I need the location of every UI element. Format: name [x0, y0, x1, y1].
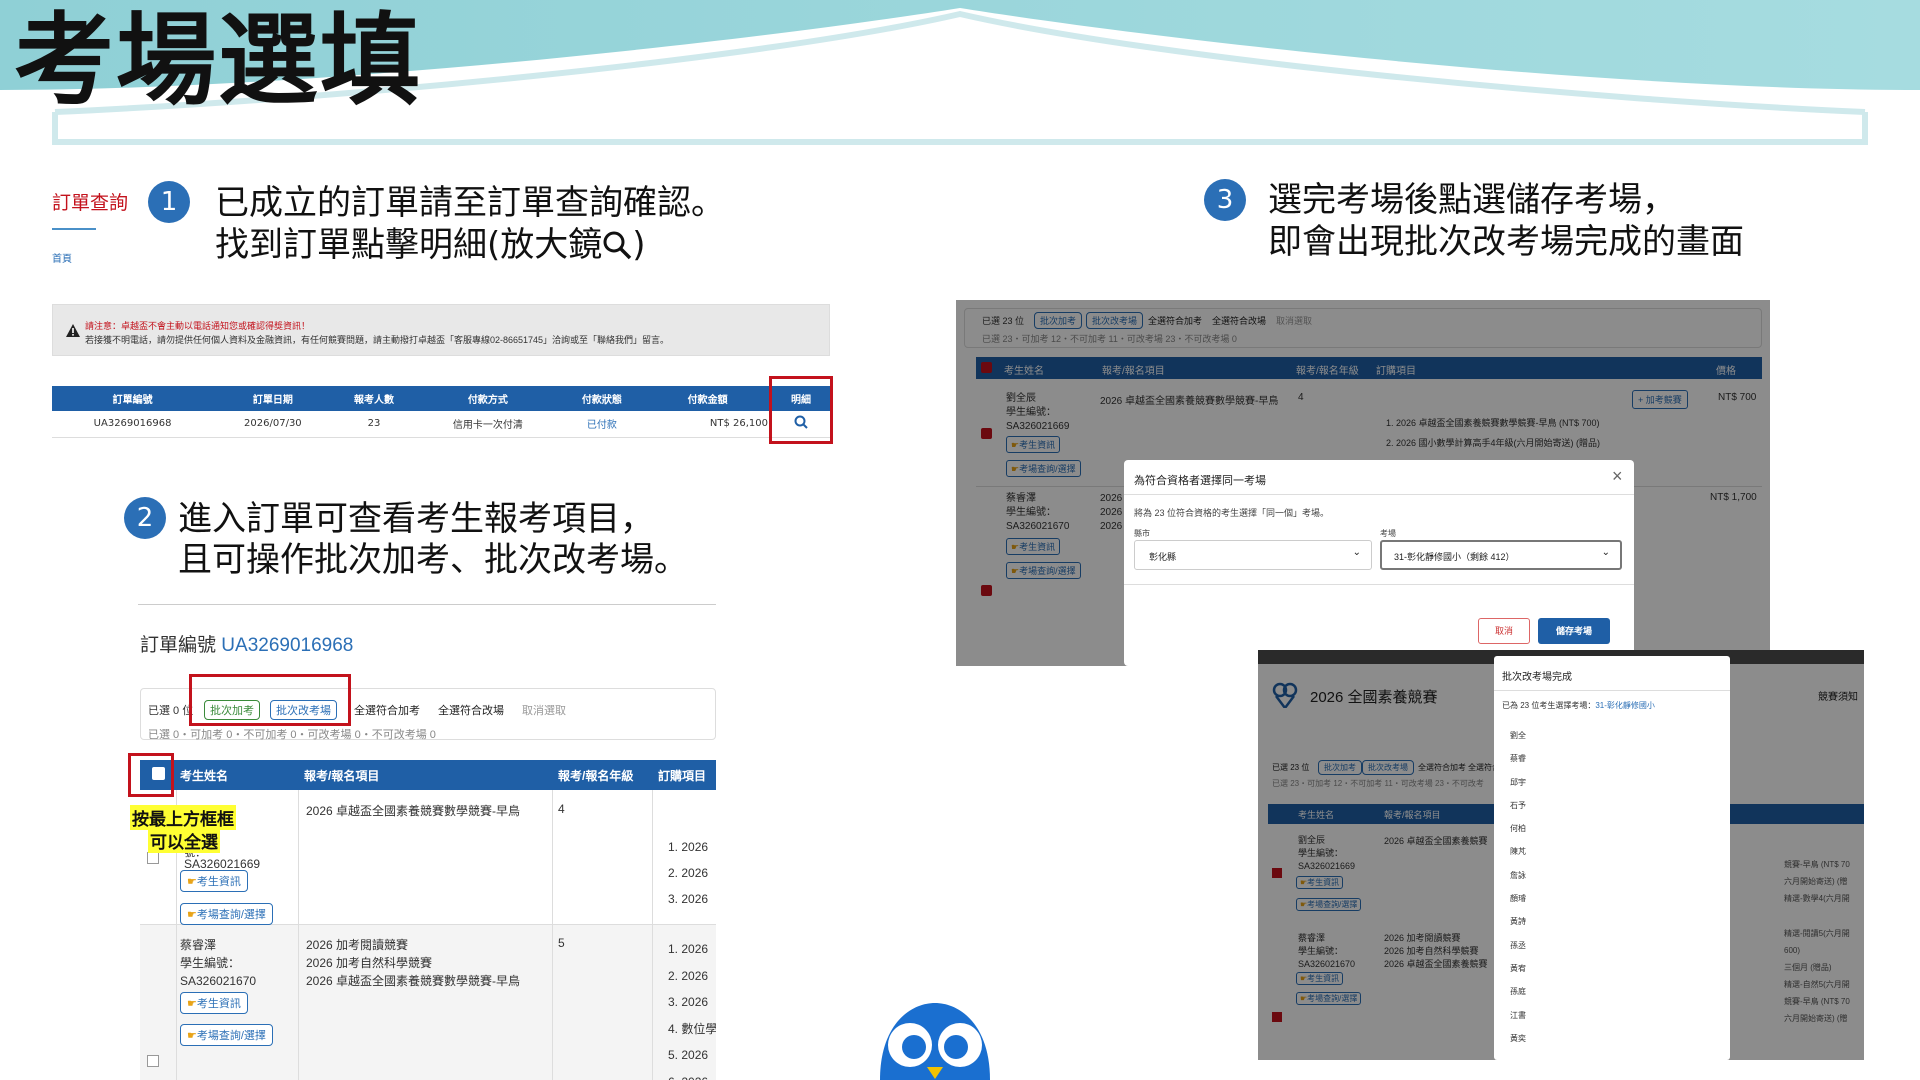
notice-line2: 若接獲不明電話，請勿提供任何個人資料及金融資訊，有任何競賽問題，請主動撥打卓越盃…	[85, 335, 670, 345]
step-1-line2: 找到訂單點擊明細(放大鏡)	[215, 225, 646, 265]
pay-method-cell: 信用卡一次付清	[452, 420, 523, 432]
slide-title: 考場選填	[14, 2, 422, 119]
venue-modal: 為符合資格者選擇同一考場 × 將為 23 位符合資格的考生選擇「同一個」考場。 …	[1124, 460, 1634, 666]
modal-desc: 將為 23 位符合資格的考生選擇「同一個」考場。	[1134, 508, 1330, 518]
selected-count: 已選 0 位	[148, 705, 194, 717]
hand-icon: ☛	[187, 1030, 197, 1042]
students-table: 考生姓名 報考/報名項目 報考/報名年級 訂購項目	[140, 760, 716, 790]
hand-icon: ☛	[187, 998, 197, 1010]
stats-text: 已選 0・可加考 0・不可加考 0・可改考場 0・不可改考場 0	[148, 729, 436, 741]
cancel-button[interactable]: 取消	[1478, 618, 1530, 644]
order-no-cell: UA3269016968	[93, 418, 172, 430]
student-name-list: 劉全 蔡睿 邱宇 石予 何柏 陳芃 詹詠 顏璿 黃詩 孫丞 黃宥 孫庭 江書 黃奕	[1510, 731, 1526, 1043]
student-block: 蔡睿澤 學生編號： SA326021670	[180, 938, 257, 988]
save-venue-button[interactable]: 儲存考場	[1538, 618, 1610, 644]
items-list: 1. 20262. 20263. 20264. 數位學5. 20266. 202…	[668, 942, 716, 1080]
venue-select-button[interactable]: ☛考場查詢/選擇	[180, 903, 273, 925]
table-row: UA3269016968 2026/07/30 23 信用卡一次付清 已付款 N…	[52, 411, 830, 437]
venue-modal-screenshot: 已選 23 位 批次加考 批次改考場 全選符合加考 全選符合改場 取消選取 已選…	[956, 300, 1770, 666]
nav-underline	[52, 228, 96, 230]
col-student-name: 考生姓名	[176, 760, 298, 790]
chevron-down-icon: ⌄	[1352, 547, 1361, 558]
batch-complete-popup: 批次改考場完成 已為 23 位考生選擇考場：31-彰化靜修國小 劉全 蔡睿 邱宇 石予…	[1494, 656, 1730, 1060]
step-1-number: 1	[148, 181, 190, 223]
grade-text: 5	[558, 936, 565, 950]
annotation-line1: 按最上方框框	[130, 805, 236, 830]
close-icon[interactable]: ×	[1612, 466, 1623, 487]
order-date-cell: 2026/07/30	[244, 418, 302, 430]
col-order-no: 訂單編號	[52, 386, 214, 411]
county-label: 縣市	[1134, 529, 1150, 538]
popup-title: 批次改考場完成	[1502, 672, 1572, 683]
magnifier-icon	[603, 231, 632, 260]
col-count: 報考人數	[332, 386, 416, 411]
divider	[138, 604, 716, 605]
chevron-down-icon: ⌄	[1601, 547, 1610, 558]
county-select[interactable]: 彰化縣 ⌄	[1134, 540, 1372, 570]
student-info-button[interactable]: ☛考生資訊	[180, 992, 248, 1014]
orders-table: 訂單編號 訂單日期 報考人數 付款方式 付款狀態 付款金額 明細 UA32690…	[52, 386, 830, 438]
cancel-select-button[interactable]: 取消選取	[522, 702, 566, 718]
order-detail-screenshot: 訂單編號 UA3269016968 已選 0 位 批次加考 批次改考場 全選符合…	[138, 600, 716, 1080]
notice-banner: 請注意：卓越盃不會主動以電話通知您或確認得獎資訊！ 若接獲不明電話，請勿提供任何…	[52, 304, 830, 356]
result-screenshot: 2026 全國素養競賽 競賽須知 已選 23 位 批次加考 批次改考場 全選符合…	[1258, 650, 1864, 1060]
col-pay-status: 付款狀態	[560, 386, 644, 411]
step-3-line2: 即會出現批次改考場完成的畫面	[1268, 222, 1744, 262]
nav-order-query[interactable]: 訂單查詢	[52, 188, 128, 215]
warning-icon	[66, 324, 80, 337]
count-cell: 23	[367, 418, 381, 430]
annotation-line2: 可以全選	[148, 828, 220, 853]
row-checkbox[interactable]	[147, 852, 159, 864]
col-pay-method: 付款方式	[415, 386, 561, 411]
amount-cell: NT$ 26,100	[709, 418, 768, 430]
row-checkbox[interactable]	[147, 1055, 159, 1067]
col-grade: 報考/報名年級	[554, 760, 654, 790]
select-add-button[interactable]: 全選符合加考	[354, 702, 420, 718]
select-change-button[interactable]: 全選符合改場	[438, 702, 504, 718]
popup-message: 已為 23 位考生選擇考場：31-彰化靜修國小	[1502, 701, 1655, 710]
order-no-row: 訂單編號 UA3269016968	[140, 635, 354, 656]
col-order-date: 訂單日期	[213, 386, 333, 411]
modal-title: 為符合資格者選擇同一考場	[1134, 475, 1266, 487]
project-list: 2026 加考閱讀競賽 2026 加考自然科學競賽 2026 卓越盃全國素養競賽數學…	[306, 938, 521, 988]
step-1-line1: 已成立的訂單請至訂單查詢確認。	[215, 183, 725, 223]
grade-text: 4	[558, 802, 565, 816]
step-2-line1: 進入訂單可查看考生報考項目，	[178, 499, 654, 539]
student-id: SA326021669	[184, 857, 261, 871]
highlight-batch-buttons	[189, 674, 351, 726]
step-3-line1: 選完考場後點選儲存考場，	[1268, 180, 1676, 220]
venue-select-button[interactable]: ☛考場查詢/選擇	[180, 1024, 273, 1046]
col-project: 報考/報名項目	[298, 760, 554, 790]
slide: 考場選填 訂單查詢 首頁 1 已成立的訂單請至訂單查詢確認。 找到訂單點擊明細(…	[0, 0, 1920, 1080]
notice-line1: 請注意：卓越盃不會主動以電話通知您或確認得獎資訊！	[85, 321, 311, 331]
step-3-number: 3	[1204, 179, 1246, 221]
hand-icon: ☛	[187, 909, 197, 921]
breadcrumb-home[interactable]: 首頁	[52, 250, 72, 265]
hand-icon: ☛	[187, 876, 197, 888]
step-2-line2: 且可操作批次加考、批次改考場。	[178, 540, 688, 580]
col-amount: 付款金額	[643, 386, 772, 411]
student-info-button[interactable]: ☛考生資訊	[180, 870, 248, 892]
venue-label: 考場	[1380, 529, 1396, 538]
pay-status-cell: 已付款	[586, 420, 617, 432]
highlight-detail	[769, 376, 833, 444]
owl-logo-icon	[880, 1003, 990, 1080]
items-list: 1. 2026 2. 2026 3. 2026	[668, 840, 709, 906]
col-items: 訂購項目	[654, 760, 716, 790]
highlight-select-all	[128, 753, 174, 797]
project-text: 2026 卓越盃全國素養競賽數學競賽-早鳥	[306, 804, 521, 818]
venue-select[interactable]: 31-彰化靜修國小（剩餘 412） ⌄	[1380, 540, 1622, 570]
step-2-number: 2	[124, 497, 166, 539]
